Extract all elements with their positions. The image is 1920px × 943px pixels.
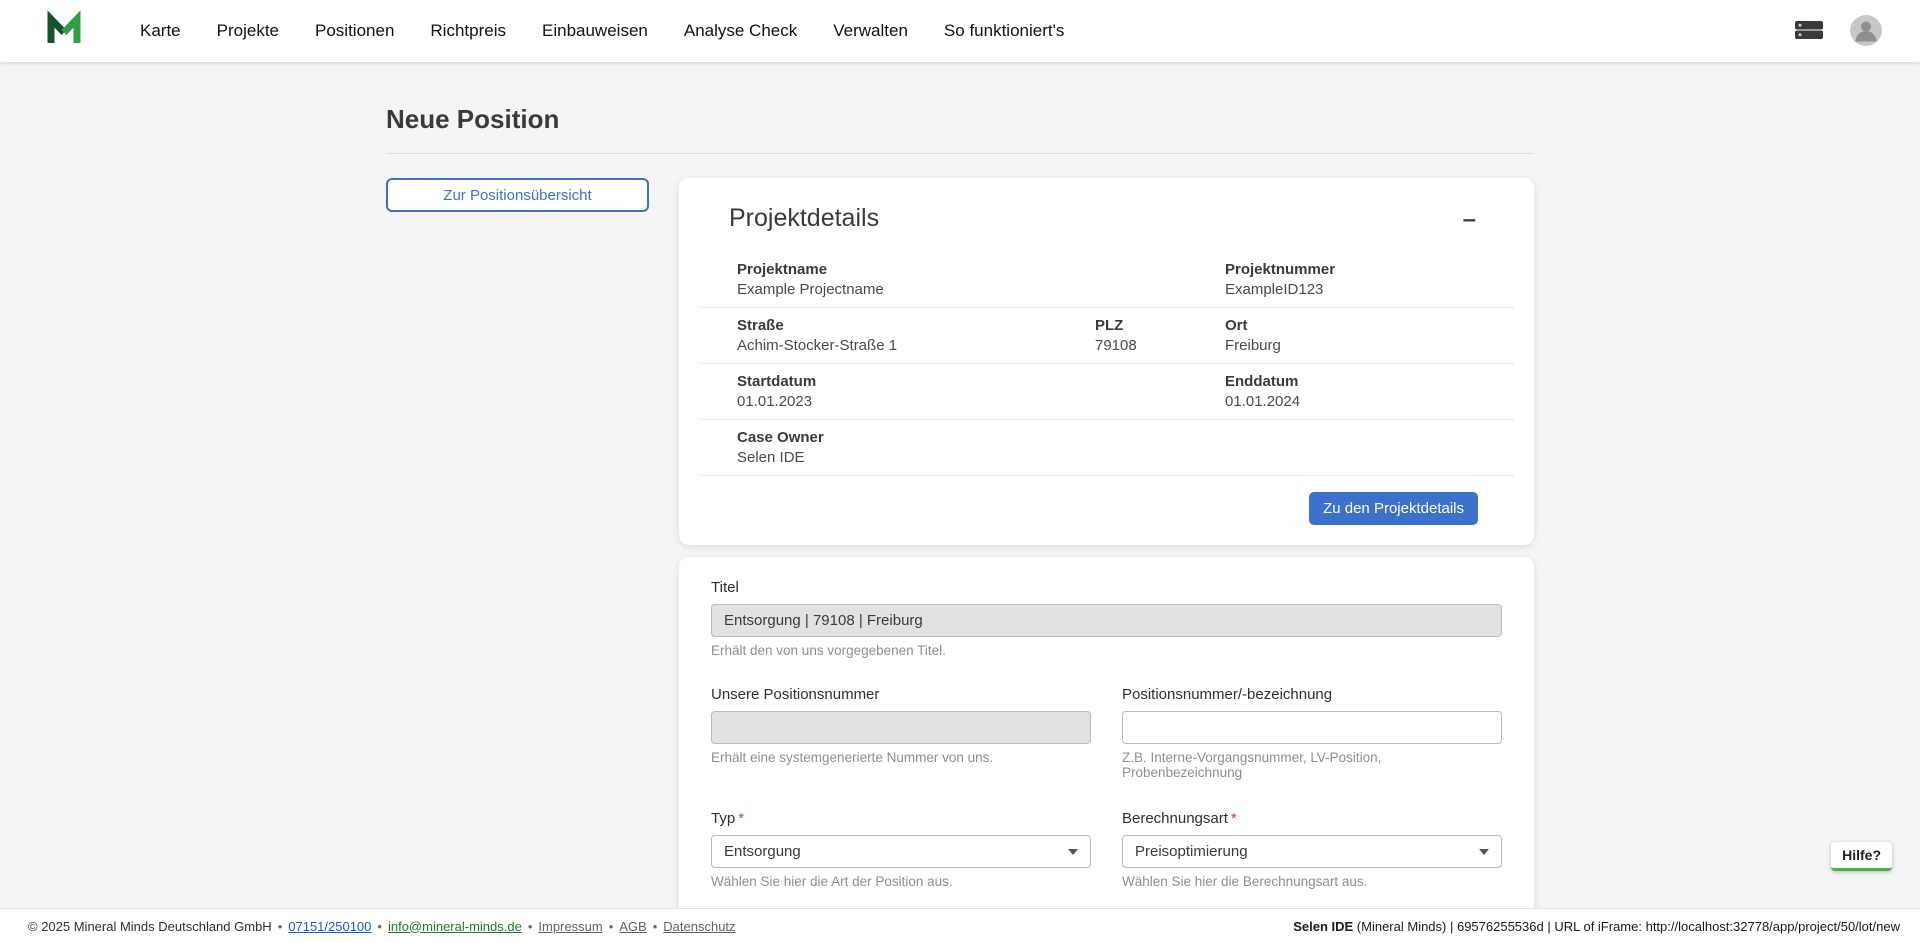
berechnungsart-select[interactable]: Preisoptimierung xyxy=(1122,835,1502,868)
separator: • xyxy=(377,919,382,934)
session-info: Selen IDE (Mineral Minds) | 69576255536d… xyxy=(1293,919,1900,934)
ort-value: Freiburg xyxy=(1225,337,1514,354)
email-link[interactable]: info@mineral-minds.de xyxy=(388,919,522,934)
required-marker: * xyxy=(1231,810,1237,827)
table-row: Projektname Example Projectname Projektn… xyxy=(699,252,1514,308)
new-position-form-card: Titel Erhält den von uns vorgegebenen Ti… xyxy=(679,557,1534,908)
mineral-minds-logo-icon xyxy=(44,9,84,54)
project-details-card: Projektdetails – Projektname Example Pro… xyxy=(679,178,1534,545)
required-marker: * xyxy=(738,810,744,827)
nav-item-karte[interactable]: Karte xyxy=(140,21,181,41)
titel-help-text: Erhält den von uns vorgegebenen Titel. xyxy=(711,643,1502,658)
startdatum-label: Startdatum xyxy=(737,373,1057,390)
session-details: (Mineral Minds) | 69576255536d | URL of … xyxy=(1353,919,1900,934)
nav-item-positionen[interactable]: Positionen xyxy=(315,21,394,41)
titel-input xyxy=(711,604,1502,637)
datenschutz-link[interactable]: Datenschutz xyxy=(663,919,735,934)
nav-item-so-funktionierts[interactable]: So funktioniert's xyxy=(944,21,1064,41)
table-row: Straße Achim-Stocker-Straße 1 PLZ 79108 … xyxy=(699,308,1514,364)
startdatum-value: 01.01.2023 xyxy=(737,393,1057,410)
plz-value: 79108 xyxy=(1095,337,1187,354)
unsere-positionsnummer-input xyxy=(711,711,1091,744)
projektnummer-value: ExampleID123 xyxy=(1225,281,1514,298)
strasse-value: Achim-Stocker-Straße 1 xyxy=(737,337,1057,354)
page-title: Neue Position xyxy=(386,104,1534,135)
unsere-positionsnummer-label: Unsere Positionsnummer xyxy=(711,686,1091,703)
table-row: Case Owner Selen IDE xyxy=(699,420,1514,476)
project-details-table: Projektname Example Projectname Projektn… xyxy=(699,252,1514,476)
nav-item-projekte[interactable]: Projekte xyxy=(217,21,279,41)
berechnungsart-select-value: Preisoptimierung xyxy=(1135,843,1248,860)
berechnungsart-label: Berechnungsart* xyxy=(1122,810,1502,827)
phone-link[interactable]: 07151/250100 xyxy=(288,919,371,934)
separator: • xyxy=(609,919,614,934)
nav-item-verwalten[interactable]: Verwalten xyxy=(833,21,908,41)
enddatum-label: Enddatum xyxy=(1225,373,1514,390)
enddatum-value: 01.01.2024 xyxy=(1225,393,1514,410)
projektname-value: Example Projectname xyxy=(737,281,1057,298)
nav-item-richtpreis[interactable]: Richtpreis xyxy=(430,21,506,41)
berechnungsart-help-text: Wählen Sie hier die Berechnungsart aus. xyxy=(1122,874,1502,889)
back-to-positions-button[interactable]: Zur Positionsübersicht xyxy=(386,178,649,212)
main-content: Neue Position Zur Positionsübersicht Pro… xyxy=(0,62,1920,908)
separator: • xyxy=(278,919,283,934)
typ-help-text: Wählen Sie hier die Art der Position aus… xyxy=(711,874,1091,889)
brand-logo[interactable] xyxy=(44,11,84,51)
separator: • xyxy=(653,919,658,934)
titel-label: Titel xyxy=(711,579,1502,596)
impressum-link[interactable]: Impressum xyxy=(538,919,602,934)
typ-group: Typ* Entsorgung Wählen Sie hier die Art … xyxy=(711,810,1091,889)
left-column: Zur Positionsübersicht xyxy=(386,178,649,212)
case-owner-label: Case Owner xyxy=(737,429,1057,446)
unsere-positionsnummer-group: Unsere Positionsnummer Erhält eine syste… xyxy=(711,686,1091,780)
typ-select[interactable]: Entsorgung xyxy=(711,835,1091,868)
agb-link[interactable]: AGB xyxy=(619,919,646,934)
positionsnummer-group: Positionsnummer/-bezeichnung Z.B. Intern… xyxy=(1122,686,1502,780)
collapse-card-button[interactable]: – xyxy=(1455,204,1484,236)
main-nav: Karte Projekte Positionen Richtpreis Ein… xyxy=(140,21,1064,41)
strasse-label: Straße xyxy=(737,317,1057,334)
top-nav: Karte Projekte Positionen Richtpreis Ein… xyxy=(0,0,1920,62)
unsere-positionsnummer-help-text: Erhält eine systemgenerierte Nummer von … xyxy=(711,750,1091,765)
positionsnummer-label: Positionsnummer/-bezeichnung xyxy=(1122,686,1502,703)
viewport: Karte Projekte Positionen Richtpreis Ein… xyxy=(0,0,1920,943)
projektnummer-label: Projektnummer xyxy=(1225,261,1514,278)
title-divider xyxy=(386,153,1534,154)
positionsnummer-input[interactable] xyxy=(1122,711,1502,744)
copyright-text: © 2025 Mineral Minds Deutschland GmbH xyxy=(28,919,272,934)
user-avatar[interactable] xyxy=(1850,15,1882,47)
plz-label: PLZ xyxy=(1095,317,1187,334)
help-button[interactable]: Hilfe? xyxy=(1831,842,1892,871)
projektname-label: Projektname xyxy=(737,261,1057,278)
titel-group: Titel Erhält den von uns vorgegebenen Ti… xyxy=(711,579,1502,658)
project-card-title: Projektdetails xyxy=(729,204,879,233)
chevron-down-icon xyxy=(1479,849,1489,855)
project-details-button[interactable]: Zu den Projektdetails xyxy=(1309,492,1478,525)
footer: © 2025 Mineral Minds Deutschland GmbH • … xyxy=(0,908,1920,943)
chevron-down-icon xyxy=(1068,849,1078,855)
right-column: Projektdetails – Projektname Example Pro… xyxy=(679,178,1534,908)
typ-select-value: Entsorgung xyxy=(724,843,801,860)
server-menu-button[interactable] xyxy=(1794,18,1824,45)
nav-item-analyse-check[interactable]: Analyse Check xyxy=(684,21,797,41)
topbar-right xyxy=(1794,15,1882,47)
positionsnummer-help-text: Z.B. Interne-Vorgangsnummer, LV-Position… xyxy=(1122,750,1502,780)
typ-label: Typ* xyxy=(711,810,1091,827)
ort-label: Ort xyxy=(1225,317,1514,334)
table-row: Startdatum 01.01.2023 Enddatum 01.01.202… xyxy=(699,364,1514,420)
berechnungsart-group: Berechnungsart* Preisoptimierung Wählen … xyxy=(1122,810,1502,889)
session-user: Selen IDE xyxy=(1293,919,1353,934)
case-owner-value: Selen IDE xyxy=(737,449,1057,466)
user-avatar-icon xyxy=(1850,15,1882,47)
nav-item-einbauweisen[interactable]: Einbauweisen xyxy=(542,21,648,41)
server-icon xyxy=(1794,18,1824,45)
separator: • xyxy=(528,919,533,934)
